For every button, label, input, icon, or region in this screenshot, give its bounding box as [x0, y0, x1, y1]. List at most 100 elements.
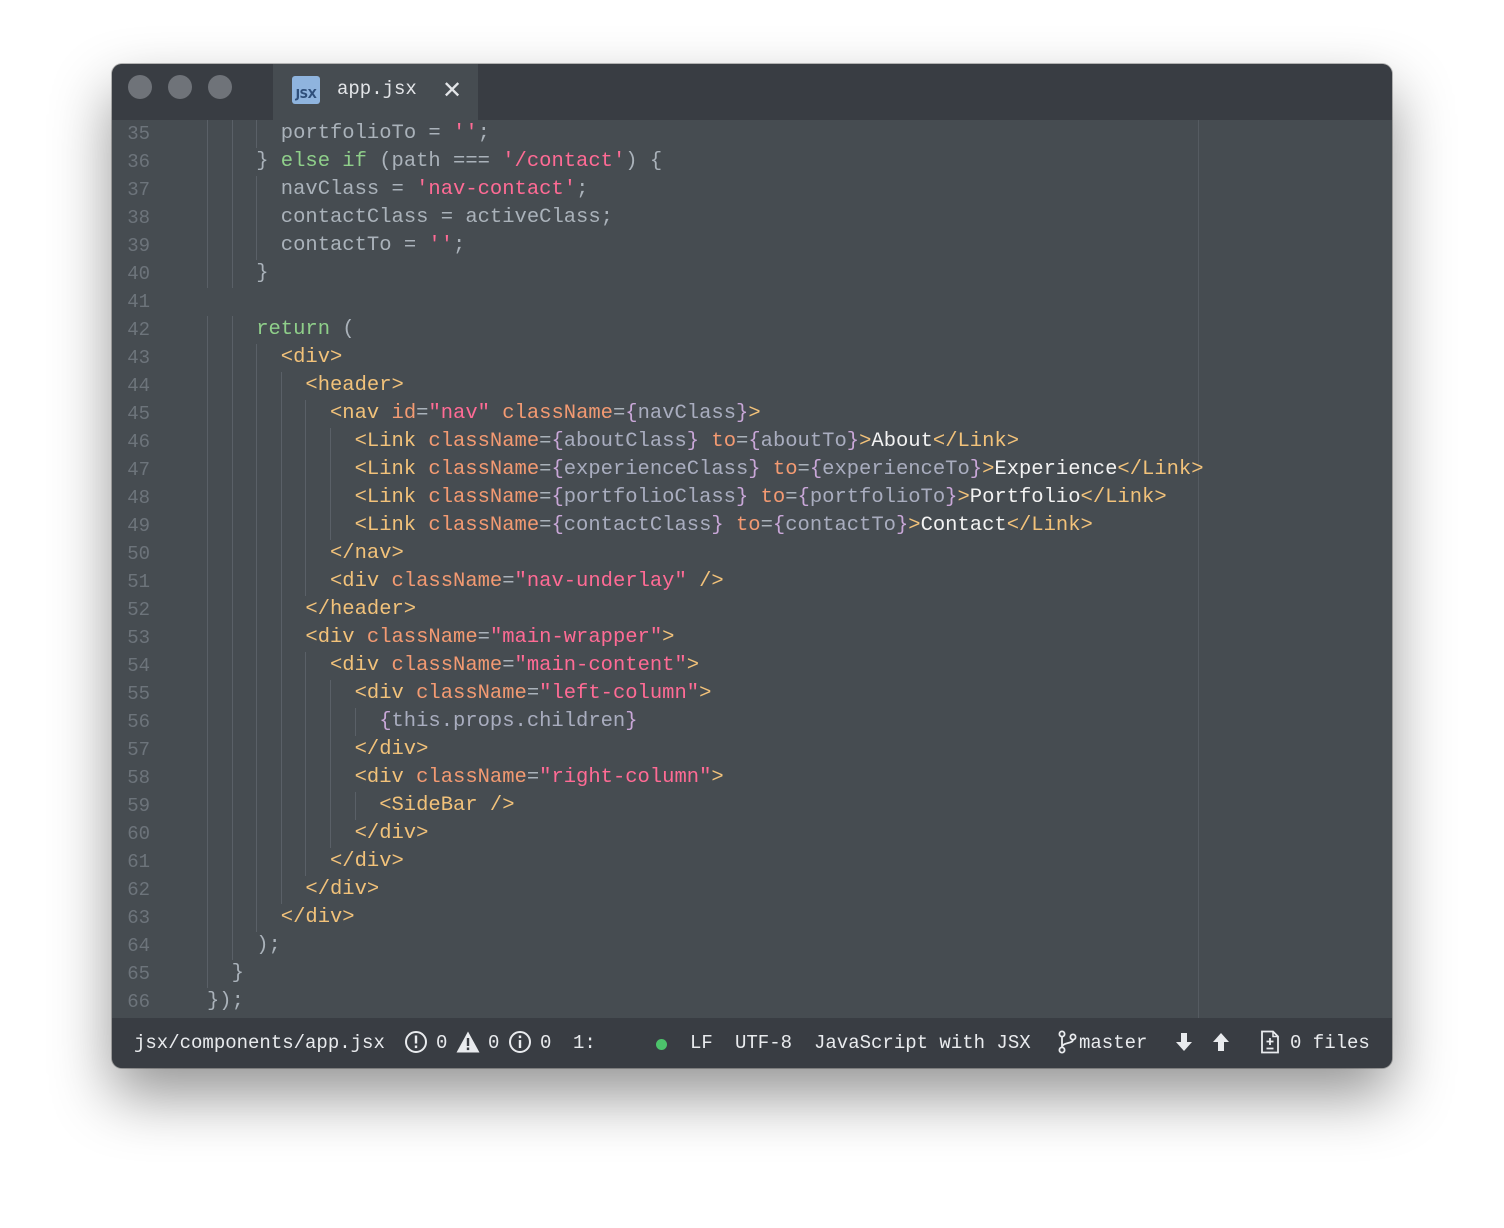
- code-token: <Link: [354, 514, 429, 537]
- code-line[interactable]: 55 <div className="left-column">: [112, 680, 1392, 708]
- code-line[interactable]: 49 <Link className={contactClass} to={con…: [112, 512, 1392, 540]
- line-number: 52: [127, 599, 150, 621]
- line-number: 45: [127, 403, 150, 425]
- code-line[interactable]: 39 contactTo = '';: [112, 232, 1392, 260]
- code-line[interactable]: 35 portfolioTo = '';: [112, 120, 1392, 148]
- code-line[interactable]: 66});: [112, 988, 1392, 1016]
- tab-title: app.jsx: [337, 78, 417, 100]
- code-line[interactable]: 60 </div>: [112, 820, 1392, 848]
- minimize-window-button[interactable]: [168, 75, 192, 99]
- indent-guide: [256, 680, 258, 708]
- error-count[interactable]: 0: [436, 1030, 447, 1056]
- close-tab-icon[interactable]: ✕: [442, 76, 462, 104]
- info-icon[interactable]: [508, 1030, 532, 1054]
- line-number: 54: [127, 655, 150, 677]
- line-number: 59: [127, 795, 150, 817]
- code-text: </div>: [330, 848, 404, 876]
- code-token: }: [969, 458, 983, 481]
- code-line[interactable]: 57 </div>: [112, 736, 1392, 764]
- code-line[interactable]: 46 <Link className={aboutClass} to={about…: [112, 428, 1392, 456]
- diff-file-icon[interactable]: [1258, 1030, 1282, 1054]
- code-line[interactable]: 52 </header>: [112, 596, 1392, 624]
- code-line[interactable]: 43 <div>: [112, 344, 1392, 372]
- indent-guide: [305, 764, 307, 792]
- code-text: } else if (path === '/contact') {: [256, 148, 662, 176]
- code-line[interactable]: 58 <div className="right-column">: [112, 764, 1392, 792]
- code-text: }: [232, 960, 244, 988]
- code-line[interactable]: 41: [112, 288, 1392, 316]
- file-path[interactable]: jsx/components/app.jsx: [134, 1030, 385, 1056]
- info-count[interactable]: 0: [540, 1030, 551, 1056]
- code-token: Portfolio: [969, 486, 1081, 509]
- code-line[interactable]: 48 <Link className={portfolioClass} to={p…: [112, 484, 1392, 512]
- git-branch[interactable]: master: [1079, 1030, 1147, 1056]
- code-token: id: [391, 402, 417, 425]
- code-line[interactable]: 40}: [112, 260, 1392, 288]
- indent-guide: [256, 848, 258, 876]
- indent-guide: [207, 652, 208, 680]
- code-token: =: [736, 430, 749, 453]
- code-line[interactable]: 51 <div className="nav-underlay" />: [112, 568, 1392, 596]
- code-line[interactable]: 44 <header>: [112, 372, 1392, 400]
- line-number: 53: [127, 627, 150, 649]
- code-token: className: [428, 514, 540, 537]
- git-branch-icon[interactable]: [1056, 1030, 1080, 1054]
- indent-guide: [207, 680, 208, 708]
- code-token: });: [207, 990, 244, 1013]
- code-line[interactable]: 63 </div>: [112, 904, 1392, 932]
- code-line[interactable]: 53 <div className="main-wrapper">: [112, 624, 1392, 652]
- changed-files[interactable]: 0 files: [1290, 1030, 1370, 1056]
- indent-guide: [330, 792, 331, 820]
- indent-guide: [207, 624, 208, 652]
- warning-icon[interactable]: [456, 1030, 480, 1054]
- close-window-button[interactable]: [128, 75, 152, 99]
- code-token: <header>: [305, 374, 404, 397]
- code-text: <div className="nav-underlay" />: [330, 568, 724, 596]
- code-line[interactable]: 65}: [112, 960, 1392, 988]
- code-line[interactable]: 50 </nav>: [112, 540, 1392, 568]
- code-token: to: [736, 514, 761, 537]
- indent-guide: [280, 764, 282, 792]
- cursor-position[interactable]: 1:: [573, 1030, 596, 1056]
- code-line[interactable]: 36} else if (path === '/contact') {: [112, 148, 1392, 176]
- indent-guide: [354, 792, 356, 820]
- push-up-icon[interactable]: [1209, 1030, 1233, 1054]
- code-text: );: [256, 932, 281, 960]
- code-line[interactable]: 54 <div className="main-content">: [112, 652, 1392, 680]
- indent-guide: [280, 848, 282, 876]
- code-token: </div>: [330, 850, 404, 873]
- code-line[interactable]: 47 <Link className={experienceClass} to={…: [112, 456, 1392, 484]
- line-number: 51: [127, 571, 150, 593]
- code-line[interactable]: 42 return (: [112, 316, 1392, 344]
- encoding[interactable]: UTF-8: [735, 1030, 792, 1056]
- code-token: "main-wrapper": [489, 626, 663, 649]
- code-line[interactable]: 37 navClass = 'nav-contact';: [112, 176, 1392, 204]
- grammar[interactable]: JavaScript with JSX: [814, 1030, 1031, 1056]
- code-text: <SideBar />: [379, 792, 514, 820]
- code-token: </header>: [305, 598, 417, 621]
- indent-guide: [231, 260, 233, 288]
- fetch-down-icon[interactable]: [1172, 1030, 1196, 1054]
- indent-guide: [256, 764, 258, 792]
- zoom-window-button[interactable]: [208, 75, 232, 99]
- indent-guide: [207, 512, 208, 540]
- code-line[interactable]: 38 contactClass = activeClass;: [112, 204, 1392, 232]
- code-editor[interactable]: 35 portfolioTo = ''; 36} else if (path ===…: [112, 120, 1392, 1018]
- title-bar: JSX app.jsx ✕: [112, 64, 1392, 120]
- code-token: to: [760, 486, 786, 509]
- code-line[interactable]: 62 </div>: [112, 876, 1392, 904]
- indent-guide: [231, 904, 233, 932]
- code-line[interactable]: 45 <nav id="nav" className={navClass}>: [112, 400, 1392, 428]
- indent-guide: [354, 708, 356, 736]
- indent-guide: [207, 568, 208, 596]
- warning-count[interactable]: 0: [488, 1030, 499, 1056]
- tab-app-jsx[interactable]: JSX app.jsx ✕: [273, 64, 478, 120]
- indent-guide: [207, 204, 208, 232]
- line-ending[interactable]: LF: [690, 1030, 713, 1056]
- code-line[interactable]: 56 {this.props.children}: [112, 708, 1392, 736]
- code-line[interactable]: 64);: [112, 932, 1392, 960]
- error-icon[interactable]: [404, 1030, 428, 1054]
- code-line[interactable]: 59 <SideBar />: [112, 792, 1392, 820]
- code-line[interactable]: 61 </div>: [112, 848, 1392, 876]
